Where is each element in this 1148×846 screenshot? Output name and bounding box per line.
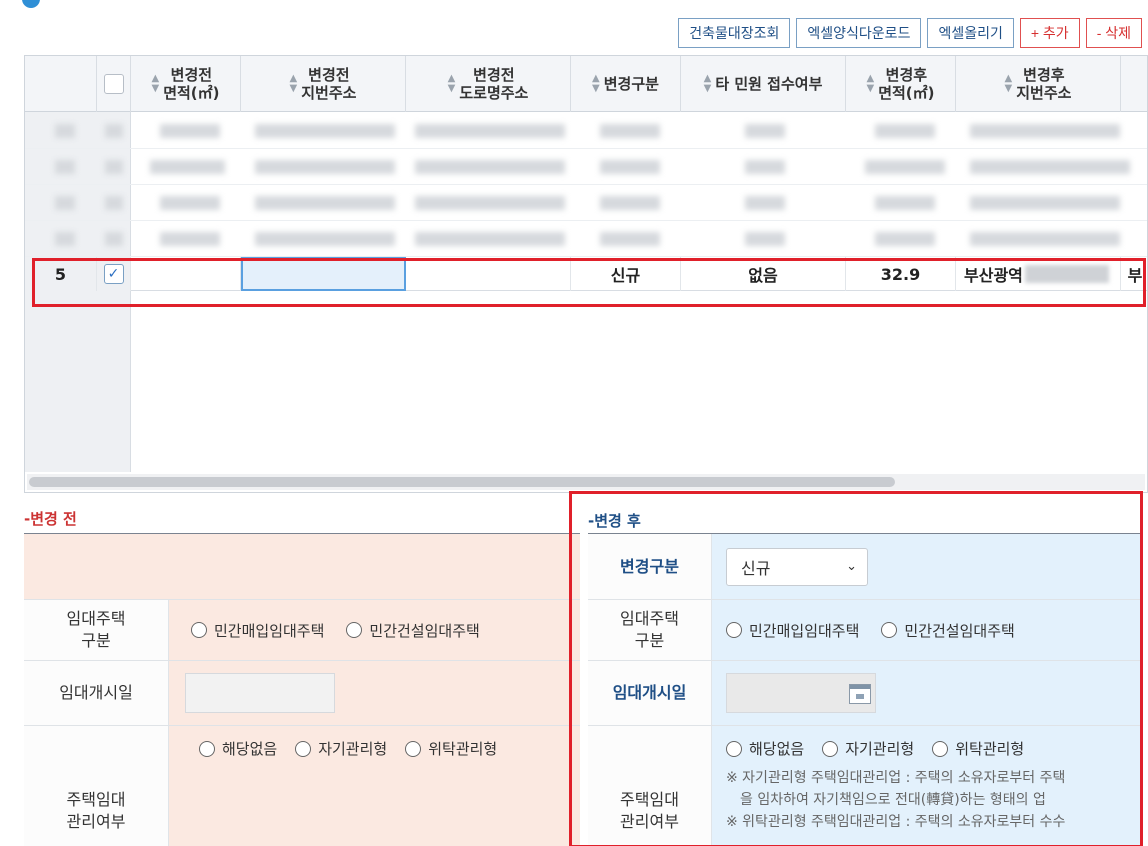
excel-template-download-button[interactable]: 엑셀양식다운로드 <box>796 18 922 48</box>
radio-circle-icon <box>405 740 422 757</box>
before-row-rental-type: 임대주택 구분 민간매입임대주택 민간건설임대주택 <box>24 600 580 661</box>
table-row <box>25 221 1147 257</box>
before-row-start-date: 임대개시일 <box>24 661 580 726</box>
add-row-button[interactable]: + 추가 <box>1019 18 1080 48</box>
horizontal-scrollbar[interactable] <box>27 474 1145 490</box>
scrollbar-thumb[interactable] <box>29 477 895 487</box>
sort-icon: ▲ ▼ <box>866 73 875 94</box>
before-radio-self[interactable]: 자기관리형 <box>295 738 387 759</box>
grid-toolbar: 건축물대장조회 엑셀양식다운로드 엑셀올리기 + 추가 - 삭제 <box>678 18 1142 48</box>
header-other-petition[interactable]: ▲ ▼ 타 민원 접수여부 <box>681 56 846 112</box>
radio-circle-icon <box>346 622 363 638</box>
table-row <box>25 149 1147 185</box>
radio-circle-icon <box>295 740 312 757</box>
select-all-checkbox[interactable] <box>103 74 124 94</box>
before-radio-none[interactable]: 해당없음 <box>199 738 277 759</box>
header-area-before[interactable]: ▲ ▼ 변경전 면적(㎡) <box>131 56 241 112</box>
header-lot-after[interactable]: ▲ ▼ 변경후 지번주소 <box>956 56 1121 112</box>
before-row-empty <box>24 534 580 600</box>
before-radio-private-construction[interactable]: 민간건설임대주택 <box>346 620 480 641</box>
info-icon <box>22 0 40 8</box>
sort-icon: ▲ ▼ <box>289 73 298 94</box>
before-mgmt-label: 주택임대 관리여부 <box>24 726 169 846</box>
blurred-rows <box>25 113 1147 257</box>
delete-row-button[interactable]: - 삭제 <box>1085 18 1142 48</box>
header-select-all <box>97 56 131 112</box>
table-row <box>25 185 1147 221</box>
before-rental-type-label: 임대주택 구분 <box>24 600 169 660</box>
header-road-before[interactable]: ▲ ▼ 변경전 도로명주소 <box>406 56 571 112</box>
radio-circle-icon <box>199 740 215 757</box>
radio-circle-icon <box>191 622 207 638</box>
header-lot-before[interactable]: ▲ ▼ 변경전 지번주소 <box>241 56 406 112</box>
sort-icon: ▲ ▼ <box>447 73 456 94</box>
grid-header: ▲ ▼ 변경전 면적(㎡) ▲ ▼ 변경전 지번주소 ▲ ▼ 변경전 도로명주소 ▲ ▼ 변경… <box>25 56 1147 112</box>
table-row <box>25 113 1147 149</box>
header-row-number <box>25 56 97 112</box>
header-overflow <box>1121 56 1147 112</box>
before-start-date-input[interactable] <box>185 673 335 713</box>
sort-icon: ▲ ▼ <box>1004 73 1013 94</box>
header-area-after[interactable]: ▲ ▼ 변경후 면적(㎡) <box>846 56 956 112</box>
before-radio-entrusted[interactable]: 위탁관리형 <box>405 738 497 759</box>
header-change-type[interactable]: ▲ ▼ 변경구분 <box>571 56 681 112</box>
before-section-title: -변경 전 <box>24 510 77 528</box>
sort-icon: ▲ ▼ <box>592 73 600 94</box>
before-start-date-label: 임대개시일 <box>24 661 169 725</box>
before-row-management: 주택임대 관리여부 해당없음 자기관리형 위탁관리형 <box>24 726 580 846</box>
before-radio-private-purchase[interactable]: 민간매입임대주택 <box>191 620 324 641</box>
excel-upload-button[interactable]: 엑셀올리기 <box>927 18 1014 48</box>
highlight-box-row <box>32 258 1146 307</box>
sort-icon: ▲ ▼ <box>151 73 160 94</box>
highlight-box-after <box>569 491 1143 846</box>
building-register-lookup-button[interactable]: 건축물대장조회 <box>678 18 791 48</box>
sort-icon: ▲ ▼ <box>703 73 712 94</box>
